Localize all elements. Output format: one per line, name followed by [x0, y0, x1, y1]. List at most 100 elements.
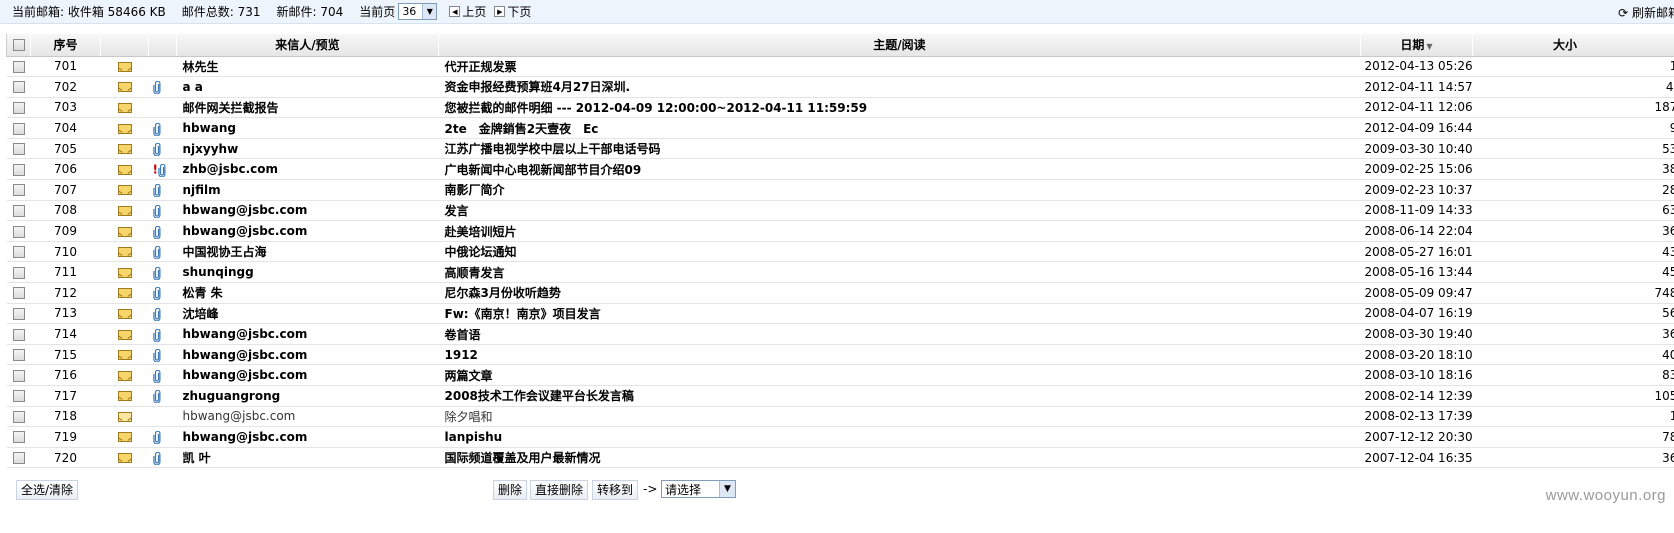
delete-direct-button[interactable]: 直接删除 — [530, 480, 589, 500]
row-checkbox-cell[interactable] — [6, 323, 31, 345]
row-checkbox-cell[interactable] — [6, 303, 31, 325]
col-date-header[interactable]: 日期 ▼ — [1360, 34, 1473, 57]
row-checkbox[interactable] — [12, 452, 25, 465]
table-row[interactable]: 701 林先生代开正规发票2012-04-13 05:26:431.3 K — [6, 56, 1674, 78]
row-checkbox-cell[interactable] — [6, 364, 31, 386]
move-to-button[interactable]: 转移到 — [592, 480, 639, 500]
row-checkbox[interactable] — [12, 163, 25, 176]
row-checkbox-cell[interactable] — [6, 385, 31, 407]
table-row[interactable]: 714 hbwang@jsbc.com卷首语2008-03-30 19:40:00… — [6, 323, 1674, 345]
table-row[interactable]: 709 hbwang@jsbc.com 赴美培训短片 2008-06-14 22:04… — [6, 220, 1674, 242]
row-subject[interactable]: 中俄论坛通知 — [438, 241, 1361, 263]
table-row[interactable]: 719 hbwang@jsbc.com lanpishu 2007-12-12 20:… — [6, 426, 1674, 448]
table-row[interactable]: 718 hbwang@jsbc.com除夕唱和2008-02-13 17:39:2… — [6, 406, 1674, 428]
row-checkbox[interactable] — [12, 225, 25, 238]
delete-button[interactable]: 删除 — [493, 480, 528, 500]
table-row[interactable]: 716 hbwang@jsbc.com两篇文章2008-03-10 18:16:2… — [6, 364, 1674, 386]
table-row[interactable]: 717 zhuguangrong 2008技术工作会议建平台长发言稿 2008-02-… — [6, 385, 1674, 407]
row-from[interactable]: hbwang@jsbc.com — [176, 364, 439, 386]
refresh-mailbox-link[interactable]: ⟳ 刷新邮箱 — [1618, 4, 1674, 21]
row-subject[interactable]: 江苏广播电视学校中层以上干部电话号码 — [438, 138, 1361, 160]
row-from[interactable]: hbwang@jsbc.com — [176, 406, 439, 428]
row-from[interactable]: hbwang@jsbc.com — [176, 426, 439, 448]
row-subject[interactable]: 赴美培训短片 — [438, 220, 1361, 242]
row-from[interactable]: 中国视协王占海 — [176, 241, 439, 263]
prev-page-link[interactable]: ◀ 上页 — [449, 3, 486, 20]
select-all-checkbox[interactable] — [12, 39, 25, 52]
col-size-header[interactable]: 大小 — [1472, 34, 1674, 57]
col-subject-header[interactable]: 主题/阅读 — [438, 34, 1361, 57]
row-from[interactable]: njxyyhw — [176, 138, 439, 160]
table-row[interactable]: 704 hbwang 2te 金牌銷售2天壹夜 Ec 2012-04-09 16:44… — [6, 117, 1674, 139]
row-checkbox[interactable] — [12, 143, 25, 156]
row-subject[interactable]: 南影厂简介 — [438, 179, 1361, 201]
row-checkbox[interactable] — [12, 307, 25, 320]
col-from-header[interactable]: 来信人/预览 — [176, 34, 439, 57]
row-from[interactable]: 凯 叶 — [176, 447, 439, 469]
row-checkbox[interactable] — [12, 101, 25, 114]
row-checkbox[interactable] — [12, 246, 25, 259]
row-from[interactable]: 沈培峰 — [176, 303, 439, 325]
row-subject[interactable]: 两篇文章 — [438, 364, 1361, 386]
page-select[interactable]: 36 ▼ — [398, 3, 438, 20]
row-checkbox[interactable] — [12, 328, 25, 341]
table-row[interactable]: 712 松青 朱尼尔森3月份收听趋势2008-05-09 09:47:32748.… — [6, 282, 1674, 304]
row-checkbox[interactable] — [12, 184, 25, 197]
row-subject[interactable]: 资金申报经费预算班4月27日深圳. — [438, 76, 1361, 98]
row-from[interactable]: hbwang@jsbc.com — [176, 220, 439, 242]
row-subject[interactable]: 1912 — [438, 344, 1361, 366]
row-checkbox-cell[interactable] — [6, 56, 31, 78]
table-row[interactable]: 705 njxyyhw 江苏广播电视学校中层以上干部电话号码 2009-03-30 1… — [6, 138, 1674, 160]
row-checkbox-cell[interactable] — [6, 447, 31, 469]
table-row[interactable]: 720 凯 叶国际频道覆盖及用户最新情况2007-12-04 16:35:2436… — [6, 447, 1674, 469]
row-checkbox[interactable] — [12, 60, 25, 73]
row-checkbox-cell[interactable] — [6, 282, 31, 304]
table-row[interactable]: 707 njfilm南影厂简介2009-02-23 10:37:3728.5 K — [6, 179, 1674, 201]
table-row[interactable]: 715 hbwang@jsbc.com19122008-03-20 18:10:3… — [6, 344, 1674, 366]
row-checkbox-cell[interactable] — [6, 220, 31, 242]
row-checkbox[interactable] — [12, 122, 25, 135]
row-subject[interactable]: 2te 金牌銷售2天壹夜 Ec — [438, 117, 1361, 139]
row-subject[interactable]: 高顺青发言 — [438, 261, 1361, 284]
row-subject[interactable]: 除夕唱和 — [438, 406, 1361, 428]
table-row[interactable]: 711 shunqingg高顺青发言2008-05-16 13:44:1245.8… — [6, 261, 1674, 284]
row-checkbox-cell[interactable] — [6, 97, 31, 119]
row-from[interactable]: shunqingg — [176, 261, 439, 284]
row-checkbox-cell[interactable] — [6, 426, 31, 448]
row-subject[interactable]: 代开正规发票 — [438, 56, 1361, 78]
row-checkbox[interactable] — [12, 349, 25, 362]
row-from[interactable]: hbwang@jsbc.com — [176, 323, 439, 345]
row-checkbox[interactable] — [12, 431, 25, 444]
row-subject[interactable]: 您被拦截的邮件明细 --- 2012-04-09 12:00:00~2012-0… — [438, 97, 1361, 119]
row-checkbox[interactable] — [12, 81, 25, 94]
row-from[interactable]: hbwang — [176, 117, 439, 139]
row-from[interactable]: 林先生 — [176, 56, 439, 78]
row-checkbox-cell[interactable] — [6, 200, 31, 222]
row-checkbox-cell[interactable] — [6, 138, 31, 160]
table-row[interactable]: 708 hbwang@jsbc.com发言2008-11-09 14:33:466… — [6, 200, 1674, 222]
row-from[interactable]: zhuguangrong — [176, 385, 439, 407]
row-from[interactable]: a a — [176, 76, 439, 98]
row-subject[interactable]: 国际频道覆盖及用户最新情况 — [438, 447, 1361, 469]
row-subject[interactable]: Fw:《南京！南京》项目发言 — [438, 303, 1361, 325]
row-from[interactable]: zhb@jsbc.com — [176, 158, 439, 181]
row-checkbox[interactable] — [12, 266, 25, 279]
row-checkbox[interactable] — [12, 410, 25, 423]
row-checkbox[interactable] — [12, 287, 25, 300]
row-from[interactable]: 松青 朱 — [176, 282, 439, 304]
row-from[interactable]: hbwang@jsbc.com — [176, 200, 439, 222]
row-checkbox-cell[interactable] — [6, 117, 31, 139]
table-row[interactable]: 710 中国视协王占海中俄论坛通知2008-05-27 16:01:5943.4 … — [6, 241, 1674, 263]
row-subject[interactable]: 尼尔森3月份收听趋势 — [438, 282, 1361, 304]
row-subject[interactable]: 发言 — [438, 200, 1361, 222]
row-checkbox-cell[interactable] — [6, 179, 31, 201]
row-from[interactable]: 邮件网关拦截报告 — [176, 97, 439, 119]
row-from[interactable]: njfilm — [176, 179, 439, 201]
row-subject[interactable]: 广电新闻中心电视新闻部节目介绍09 — [438, 158, 1361, 181]
row-checkbox-cell[interactable] — [6, 406, 31, 428]
row-checkbox-cell[interactable] — [6, 76, 31, 98]
row-from[interactable]: hbwang@jsbc.com — [176, 344, 439, 366]
table-row[interactable]: 702 a a资金申报经费预算班4月27日深圳.2012-04-11 14:57:… — [6, 76, 1674, 98]
row-checkbox[interactable] — [12, 390, 25, 403]
row-subject[interactable]: 2008技术工作会议建平台长发言稿 — [438, 385, 1361, 407]
